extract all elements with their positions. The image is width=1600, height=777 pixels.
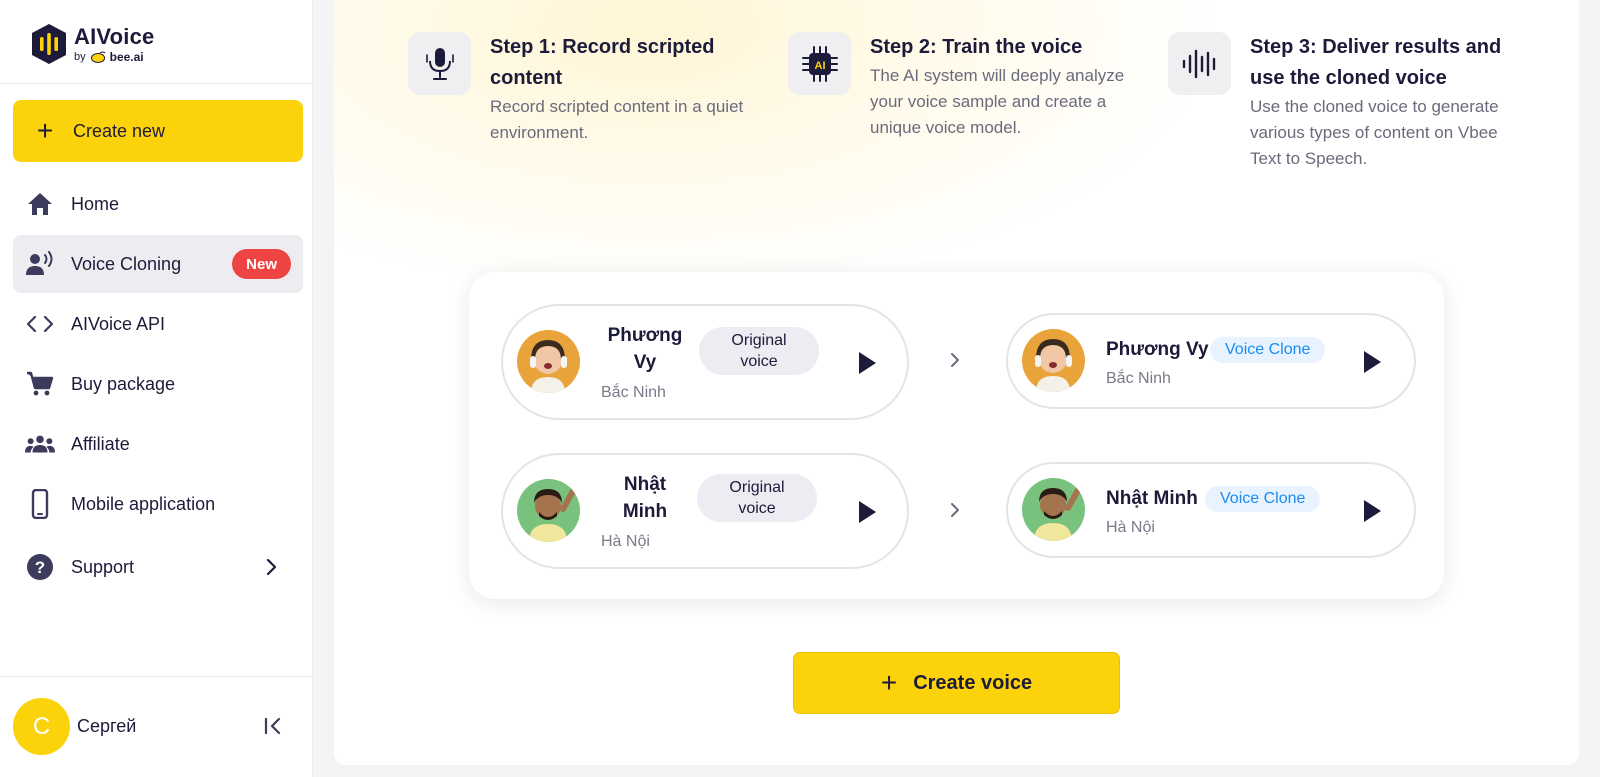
create-voice-label: Create voice [913, 671, 1033, 694]
play-icon[interactable] [853, 349, 881, 377]
cloned-voice-sample: Nhật Minh Hà Nội Voice Clone [1006, 462, 1416, 558]
sidebar-item-aivoice-api[interactable]: AIVoice API [13, 295, 303, 353]
sidebar-item-label: Affiliate [71, 433, 130, 454]
user-name[interactable]: Сергей [77, 716, 136, 737]
step-title: Step 1: Record scripted content [490, 36, 715, 89]
voice-location: Hà Nội [601, 533, 650, 550]
create-voice-button[interactable]: + Create voice [793, 652, 1120, 714]
sidebar-item-home[interactable]: Home [13, 175, 303, 233]
step-1: Step 1: Record scripted content Record s… [408, 32, 745, 146]
voice-name: Phương [607, 325, 683, 346]
plus-icon: + [36, 115, 54, 146]
brand-logo[interactable]: AIVoice by bee.ai [30, 20, 154, 68]
voice-location: Bắc Ninh [601, 384, 666, 401]
microphone-icon [408, 32, 471, 95]
voice-name: Nhật Minh [1106, 488, 1198, 509]
sidebar: AIVoice by bee.ai + Create new Home Voic… [0, 0, 313, 777]
divider [0, 83, 313, 84]
step-title: Step 2: Train the voice [870, 36, 1083, 58]
sidebar-item-label: Buy package [71, 373, 176, 394]
sidebar-item-label: AIVoice API [71, 313, 166, 334]
logo-icon [32, 24, 66, 64]
step-3: Step 3: Deliver results and use the clon… [1168, 32, 1510, 172]
play-icon[interactable] [1358, 497, 1386, 525]
help-icon: ? [25, 552, 55, 582]
waveform-icon [1168, 32, 1231, 95]
step-title: Step 3: Deliver results and use the clon… [1250, 36, 1502, 89]
chevron-right-icon [943, 348, 967, 372]
chevron-right-icon[interactable] [257, 553, 285, 581]
ai-chip-icon: AI [788, 32, 851, 95]
brand-partner: bee.ai [109, 49, 144, 64]
voice-cloning-icon [25, 249, 55, 279]
code-icon [25, 309, 55, 339]
avatar [517, 479, 580, 542]
avatar [1022, 329, 1085, 392]
brand-by: by [74, 50, 86, 63]
chevron-right-icon [943, 498, 967, 522]
sidebar-item-label: Home [71, 193, 120, 214]
voice-name: Minh [622, 501, 668, 522]
main-content: Step 1: Record scripted content Record s… [334, 0, 1579, 765]
voice-clone-tag: Voice Clone [1210, 337, 1326, 363]
voice-clone-tag: Voice Clone [1205, 486, 1321, 512]
svg-text:AI: AI [814, 60, 825, 72]
divider [0, 676, 313, 677]
original-voice-tag: Original voice [699, 327, 819, 375]
sidebar-item-support[interactable]: ? Support [13, 538, 303, 596]
play-icon[interactable] [853, 498, 881, 526]
svg-text:?: ? [35, 558, 45, 577]
sidebar-item-voice-cloning[interactable]: Voice Cloning New [13, 235, 303, 293]
step-description: Use the cloned voice to generate various… [1250, 97, 1499, 168]
voice-location: Hà Nội [1106, 519, 1155, 536]
cloned-voice-sample: Phương Vy Bắc Ninh Voice Clone [1006, 313, 1416, 409]
sidebar-item-affiliate[interactable]: Affiliate [13, 415, 303, 473]
group-icon [25, 429, 55, 459]
avatar [517, 330, 580, 393]
create-new-button[interactable]: + Create new [13, 100, 303, 162]
home-icon [25, 189, 55, 219]
collapse-sidebar-icon[interactable] [260, 712, 288, 740]
step-description: Record scripted content in a quiet envir… [490, 97, 744, 142]
brand-title: AIVoice [74, 23, 155, 49]
original-voice-sample: Nhật Minh Hà Nội Original voice [501, 453, 909, 569]
voice-demo-card: Phương Vy Bắc Ninh Original voice Phương… [469, 272, 1444, 599]
vbee-icon [90, 51, 105, 63]
original-voice-tag: Original voice [697, 474, 817, 522]
step-2: AI Step 2: Train the voice The AI system… [788, 32, 1125, 141]
sidebar-item-buy-package[interactable]: Buy package [13, 355, 303, 413]
original-voice-sample: Phương Vy Bắc Ninh Original voice [501, 304, 909, 420]
sidebar-item-label: Support [71, 556, 135, 577]
sidebar-item-label: Mobile application [71, 493, 216, 514]
sidebar-item-mobile-application[interactable]: Mobile application [13, 475, 303, 533]
voice-name: Nhật [623, 474, 667, 495]
play-icon[interactable] [1358, 348, 1386, 376]
create-new-label: Create new [73, 120, 166, 141]
step-description: The AI system will deeply analyze your v… [870, 66, 1125, 137]
phone-icon [25, 489, 55, 519]
avatar [1022, 478, 1085, 541]
sidebar-item-label: Voice Cloning [71, 253, 182, 274]
avatar[interactable]: C [13, 698, 70, 755]
voice-name: Vy [633, 352, 657, 373]
voice-location: Bắc Ninh [1106, 370, 1171, 387]
new-badge: New [232, 249, 291, 279]
plus-icon: + [880, 667, 898, 698]
cart-icon [25, 369, 55, 399]
voice-name: Phương Vy [1106, 339, 1209, 360]
